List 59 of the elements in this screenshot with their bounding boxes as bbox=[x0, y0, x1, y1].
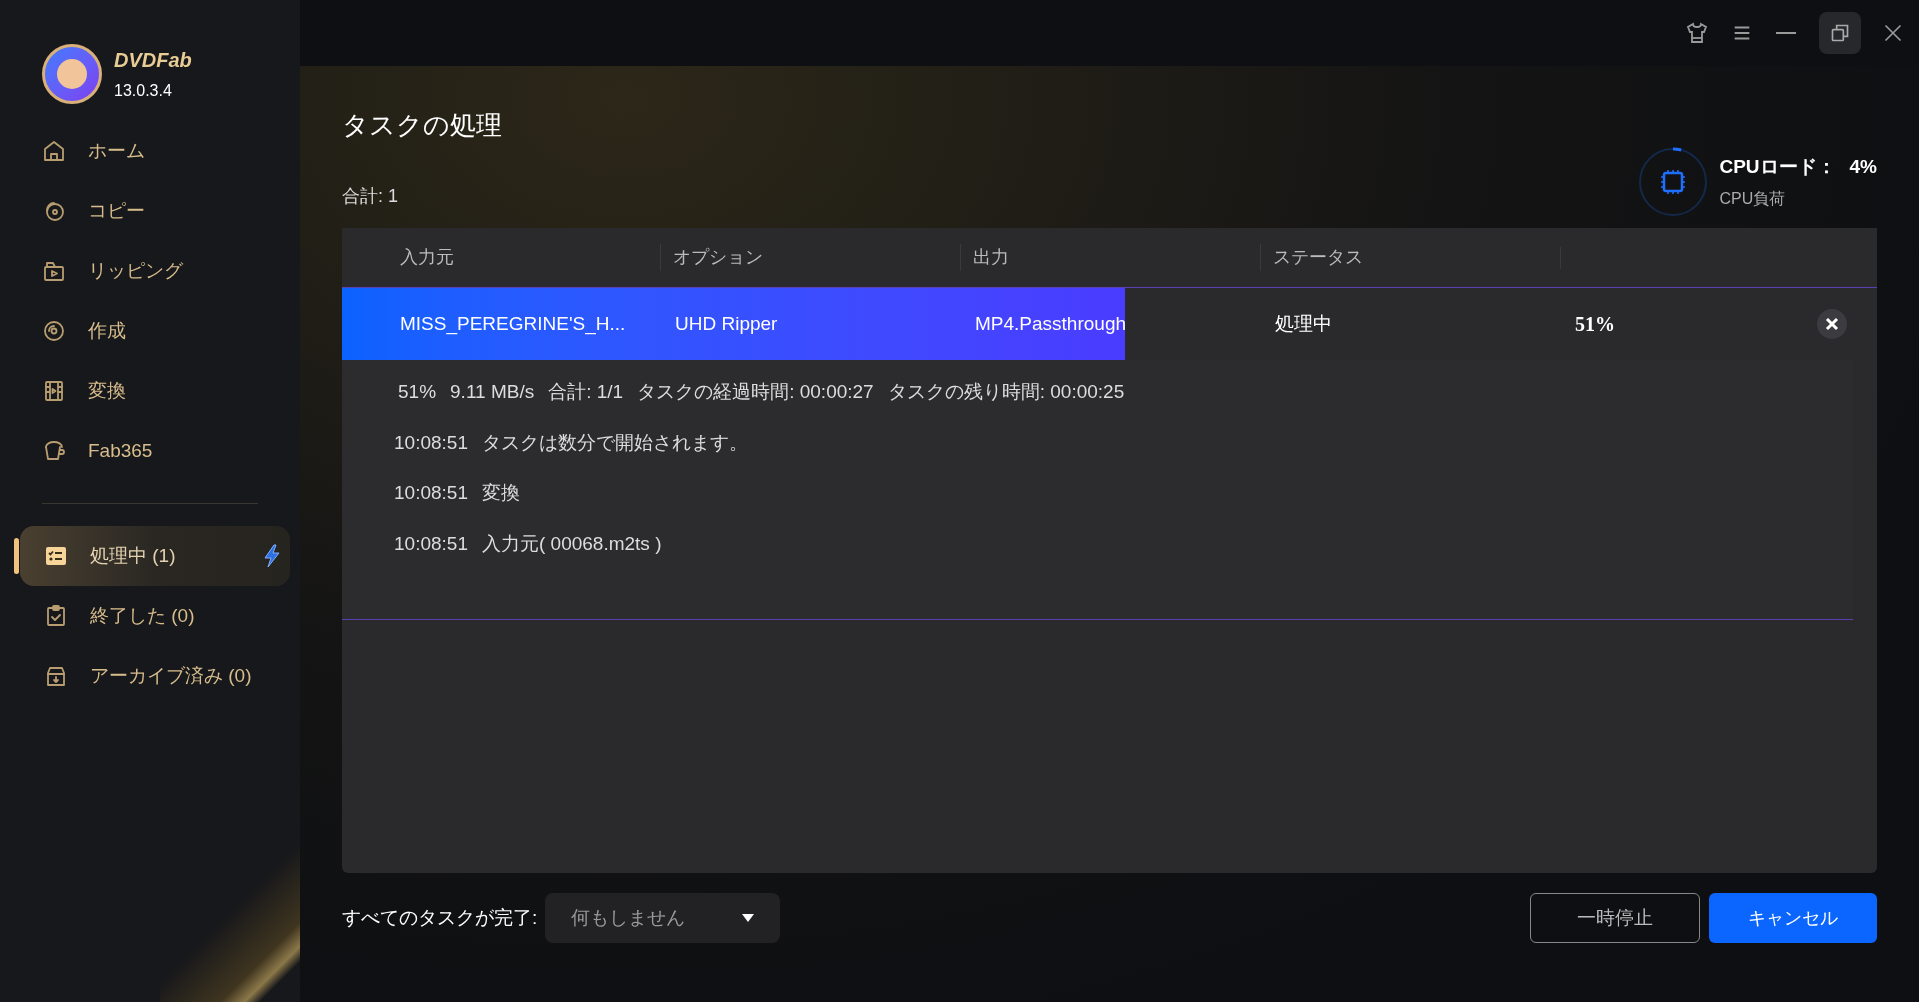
page-title: タスクの処理 bbox=[342, 109, 502, 142]
caret-icon bbox=[742, 914, 755, 922]
queue-item[interactable]: 終了した (0) bbox=[20, 586, 290, 646]
app-logo-icon bbox=[42, 44, 102, 104]
cpu-sublabel: CPU負荷 bbox=[1719, 189, 1787, 210]
cpu-value: 4% bbox=[1849, 154, 1877, 179]
nav-item[interactable]: 変換 bbox=[42, 371, 300, 411]
nav-item[interactable]: リッピング bbox=[42, 251, 300, 291]
task-row[interactable]: MISS_PEREGRINE'S_H... UHD Ripper MP4.Passthrough 処理中 51% bbox=[342, 288, 1877, 360]
table-cell-text: 処理中 bbox=[1274, 311, 1333, 336]
log-message: 変換 bbox=[481, 481, 520, 505]
cup-icon bbox=[42, 439, 66, 463]
close-icon bbox=[1825, 317, 1839, 331]
column-header: 出力 bbox=[960, 244, 1260, 271]
pause-button[interactable]: 一時停止 bbox=[1530, 893, 1700, 943]
task-stat: 合計: 1/1 bbox=[548, 380, 624, 404]
folder-play-icon bbox=[42, 259, 66, 283]
queue-item[interactable]: アーカイブ済み (0) bbox=[20, 646, 290, 706]
completion-dropdown[interactable]: 何もしません bbox=[545, 893, 781, 943]
restore-button[interactable] bbox=[1819, 12, 1861, 54]
restore-icon bbox=[1830, 23, 1850, 43]
remove-task-button[interactable] bbox=[1817, 309, 1847, 339]
table-cell-text: MISS_PEREGRINE'S_H... bbox=[399, 311, 627, 337]
minimize-icon[interactable] bbox=[1775, 31, 1797, 35]
archive-box-icon bbox=[44, 664, 68, 688]
log-message: タスクは数分で開始されます。 bbox=[481, 430, 748, 455]
table-cell-text: UHD Ripper bbox=[674, 311, 779, 336]
column-header: オプション bbox=[660, 244, 960, 271]
brand-name: DVDFab bbox=[114, 48, 192, 73]
column-header: ステータス bbox=[1260, 244, 1560, 271]
clipboard-check-icon bbox=[44, 604, 68, 628]
task-stat: タスクの経過時間: 00:00:27 bbox=[637, 380, 874, 404]
shirt-icon[interactable] bbox=[1685, 21, 1709, 45]
checklist-icon bbox=[44, 544, 68, 568]
log-message: 入力元( 00068.m2ts ) bbox=[481, 531, 662, 556]
column-header: 入力元 bbox=[399, 246, 455, 269]
cancel-button[interactable]: キャンセル bbox=[1709, 893, 1877, 943]
home-icon bbox=[42, 139, 66, 163]
table-cell-text: MP4.Passthrough bbox=[974, 311, 1128, 336]
cpu-label: CPUロード： bbox=[1719, 154, 1836, 179]
disc-icon bbox=[42, 319, 66, 343]
task-stat: 9.11 MB/s bbox=[450, 380, 535, 404]
nav-item[interactable]: ホーム bbox=[42, 131, 300, 171]
version-number: 13.0.3.4 bbox=[114, 81, 173, 101]
completion-label: すべてのタスクが完了: bbox=[342, 905, 538, 930]
log-time: 10:08:51 bbox=[394, 481, 468, 505]
close-icon[interactable] bbox=[1883, 23, 1903, 43]
log-time: 10:08:51 bbox=[394, 531, 468, 556]
nav-item[interactable]: 作成 bbox=[42, 311, 300, 351]
log-time: 10:08:51 bbox=[394, 430, 468, 455]
task-stat: 51% bbox=[398, 380, 437, 404]
total-count: 合計: 1 bbox=[342, 185, 399, 208]
film-icon bbox=[42, 379, 66, 403]
nav-item[interactable]: コピー bbox=[42, 191, 300, 231]
task-stat: タスクの残り時間: 00:00:25 bbox=[887, 380, 1125, 404]
nav-item[interactable]: Fab365 bbox=[42, 431, 300, 471]
active-indicator bbox=[14, 538, 19, 574]
queue-item[interactable]: 処理中 (1) bbox=[20, 526, 290, 586]
progress-percent: 51% bbox=[1575, 312, 1615, 337]
